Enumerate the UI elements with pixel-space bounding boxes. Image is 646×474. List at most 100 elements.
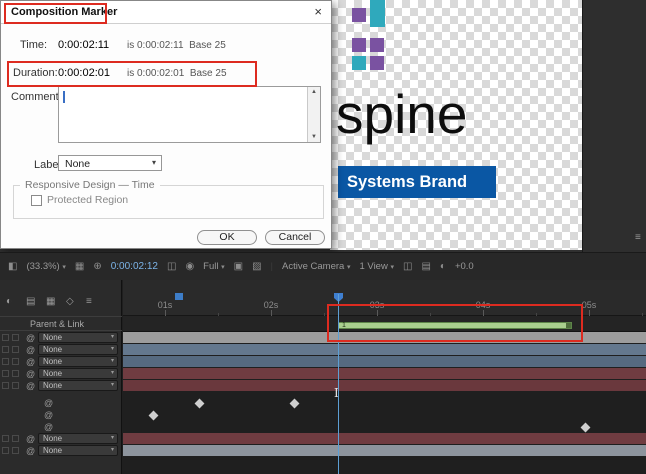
logo-pixel-squares [350,0,394,76]
snapshot-icon[interactable]: ◫ [167,261,176,272]
parent-dropdown[interactable]: None▾ [38,433,118,444]
lock-toggle[interactable] [12,358,19,365]
chevron-down-icon: ▾ [111,333,114,342]
chevron-down-icon: ▾ [111,381,114,390]
timeline-left-panel: ◐ ▤ ▦ ◇ ≡ Parent & Link @ None ▾ @ None ▾ [0,280,122,474]
lock-toggle[interactable] [12,447,19,454]
visibility-toggle[interactable] [2,358,9,365]
scroll-up-icon[interactable]: ▲ [308,89,320,95]
pickwhip-icon[interactable]: @ [44,398,53,408]
pickwhip-icon[interactable]: @ [44,410,53,420]
camera-dropdown[interactable]: Active Camera ▾ [282,261,350,272]
visibility-toggle[interactable] [2,435,9,442]
keyframe-diamond[interactable] [149,411,159,421]
pickwhip-icon[interactable]: @ [44,422,53,432]
lock-toggle[interactable] [12,346,19,353]
layer-bar[interactable] [123,356,646,367]
label-dropdown-value: None [65,158,90,170]
visibility-toggle[interactable] [2,447,9,454]
layer-row: @ None▾ [0,368,122,380]
time-label: Time: [20,39,47,51]
comp-mini-flow-icon[interactable]: ◐ [6,296,12,307]
visibility-toggle[interactable] [2,334,9,341]
parent-link-header[interactable]: Parent & Link [0,316,122,331]
pickwhip-icon[interactable]: @ [26,369,35,379]
current-timecode[interactable]: 0:00:02:12 [111,261,158,272]
chevron-down-icon: ▾ [111,446,114,455]
hide-shy-icon[interactable]: ▦ [46,296,55,307]
parent-dropdown[interactable]: None ▾ [38,445,118,456]
parent-dropdown[interactable]: None▾ [38,368,118,379]
view-layout-dropdown[interactable]: 1 View ▾ [359,261,394,272]
chevron-down-icon: ▾ [111,369,114,378]
visibility-toggle[interactable] [2,382,9,389]
layer-bar[interactable] [123,344,646,355]
lock-toggle[interactable] [12,382,19,389]
close-icon[interactable]: × [314,4,322,19]
exposure-value[interactable]: +0.0 [455,261,474,272]
annotation-duration-box [7,61,257,87]
parent-dropdown-value: None [43,333,62,342]
mask-target-icon[interactable]: ⊕ [93,261,101,272]
annotation-marker-box [327,304,583,342]
viewer-toolbar: ◧ (33.3%) ▾ ▦ ⊕ 0:00:02:12 ◫ ◉ Full ▾ ▣ … [0,252,646,280]
label-dropdown[interactable]: None ▾ [58,155,162,171]
time-value[interactable]: 0:00:02:11 [58,39,109,51]
frame-blend-icon[interactable]: ◇ [66,296,74,307]
magnification-value: (33.3%) [26,261,59,272]
scroll-down-icon[interactable]: ▼ [308,134,320,140]
chevron-down-icon: ▾ [390,264,394,271]
layer-bar[interactable] [123,368,646,379]
transparency-grid-icon[interactable]: ▨ [252,261,261,272]
visibility-toggle[interactable] [2,346,9,353]
pickwhip-icon[interactable]: @ [26,333,35,343]
parent-dropdown[interactable]: None ▾ [38,332,118,343]
pickwhip-icon[interactable]: @ [26,345,35,355]
grid-guides-icon[interactable]: ▦ [75,261,84,272]
parent-dropdown-value: None [43,446,62,455]
logo-square [370,0,385,27]
layer-row: @ None ▾ [0,332,122,344]
pickwhip-icon[interactable]: @ [26,434,35,444]
keyframe-diamond[interactable] [581,423,591,433]
ok-button[interactable]: OK [197,230,257,245]
work-area-marker[interactable] [175,293,183,300]
magnification-dropdown[interactable]: (33.3%) ▾ [26,261,65,272]
pickwhip-icon[interactable]: @ [26,357,35,367]
exposure-icon[interactable]: ◐ [440,261,446,272]
time-info: is 0:00:02:11 Base 25 [127,40,226,51]
pixel-aspect-icon[interactable]: ◫ [403,261,412,272]
region-of-interest-icon[interactable]: ▣ [234,261,243,272]
channels-icon[interactable]: ◉ [185,261,194,272]
motion-blur-icon[interactable]: ≡ [86,296,92,307]
layer-bar[interactable] [123,433,646,444]
pickwhip-icon[interactable]: @ [26,381,35,391]
lock-toggle[interactable] [12,334,19,341]
protected-region-checkbox[interactable] [31,195,42,206]
draft3d-icon[interactable]: ▤ [26,296,35,307]
visibility-toggle[interactable] [2,370,9,377]
chevron-down-icon: ▾ [152,158,156,167]
resolution-dropdown[interactable]: Full ▾ [203,261,224,272]
parent-dropdown[interactable]: None▾ [38,380,118,391]
keyframe-diamond[interactable] [290,399,300,409]
layer-bar[interactable] [123,380,646,391]
fast-previews-icon[interactable]: ▤ [421,261,430,272]
ruler-tick-label: 01s [153,300,177,310]
lock-toggle[interactable] [12,370,19,377]
layer-bar[interactable] [123,445,646,456]
comment-textarea[interactable]: ▲ ▼ [58,86,321,143]
transparency-checkerboard: spine Systems Brand [330,0,582,250]
textarea-scrollbar[interactable]: ▲ ▼ [307,87,320,142]
lock-toggle[interactable] [12,435,19,442]
cancel-button[interactable]: Cancel [265,230,325,245]
dialog-titlebar[interactable]: Composition Marker × [1,1,331,24]
keyframe-diamond[interactable] [195,399,205,409]
pickwhip-icon[interactable]: @ [26,446,35,456]
snap-icon[interactable]: ◧ [8,261,17,272]
camera-value: Active Camera [282,261,344,272]
parent-dropdown[interactable]: None▾ [38,356,118,367]
parent-dropdown-value: None [43,357,62,366]
panel-menu-icon[interactable]: ≡ [635,232,641,243]
parent-dropdown[interactable]: None▾ [38,344,118,355]
